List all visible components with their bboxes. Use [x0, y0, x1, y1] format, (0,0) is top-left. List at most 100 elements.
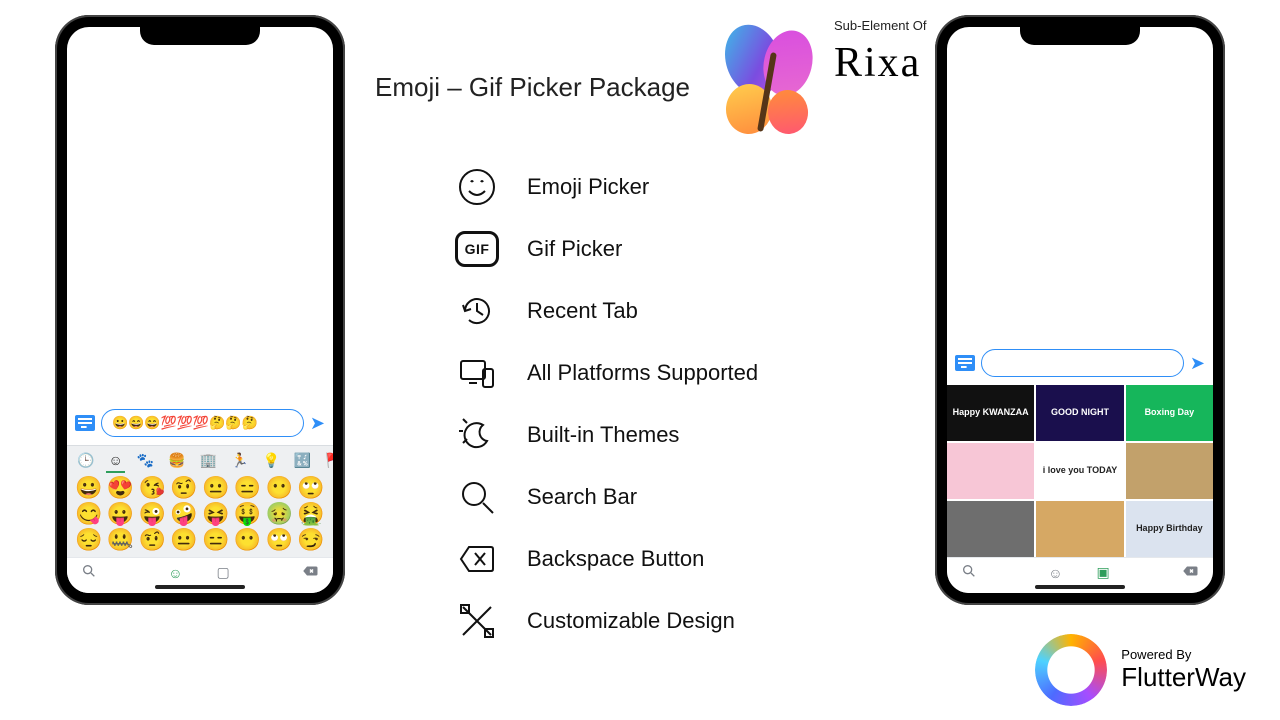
history-icon: [455, 289, 499, 333]
gif-grid: Happy KWANZAA GOOD NIGHT Boxing Day i lo…: [947, 385, 1213, 557]
emoji-category-row: 🕒 ☺ 🐾 🍔 🏢 🏃 💡 🔣 🚩: [67, 446, 333, 471]
flutterway-name: FlutterWay: [1121, 662, 1246, 693]
phone-notch: [140, 27, 260, 45]
gif-cell[interactable]: Boxing Day: [1126, 385, 1213, 441]
gif-cell[interactable]: [947, 501, 1034, 557]
gif-tab-icon[interactable]: ▣: [1097, 564, 1110, 581]
rixa-subtitle: Sub-Element Of: [834, 18, 927, 33]
emoji-cell[interactable]: 😶: [234, 529, 262, 551]
keyboard-toggle-icon[interactable]: [955, 355, 975, 371]
message-input[interactable]: 😀😄😄💯💯💯🤔🤔🤔: [101, 409, 304, 437]
gif-cell[interactable]: i love you TODAY: [1036, 443, 1123, 499]
feature-label: Customizable Design: [527, 608, 735, 634]
flutterway-brand: Powered By FlutterWay: [1035, 634, 1246, 706]
theme-icon: [455, 413, 499, 457]
gif-cell[interactable]: Happy KWANZAA: [947, 385, 1034, 441]
feature-recent-tab: Recent Tab: [455, 289, 758, 333]
gif-cell[interactable]: Happy Birthday: [1126, 501, 1213, 557]
emoji-cell[interactable]: 🤮: [297, 503, 325, 525]
gif-icon: GIF: [455, 227, 499, 271]
design-tools-icon: [455, 599, 499, 643]
feature-search-bar: Search Bar: [455, 475, 758, 519]
emoji-cell[interactable]: 😝: [202, 503, 230, 525]
phone-screen: ➤ Happy KWANZAA GOOD NIGHT Boxing Day i …: [947, 27, 1213, 593]
flutterway-powered: Powered By: [1121, 647, 1246, 662]
message-input-row: ➤: [947, 345, 1213, 385]
emoji-cell[interactable]: 😋: [75, 503, 103, 525]
feature-label: Emoji Picker: [527, 174, 649, 200]
feature-label: Backspace Button: [527, 546, 704, 572]
message-input[interactable]: [981, 349, 1184, 377]
home-indicator: [155, 585, 245, 589]
message-input-row: 😀😄😄💯💯💯🤔🤔🤔 ➤: [67, 405, 333, 445]
backspace-icon: [455, 537, 499, 581]
backspace-icon[interactable]: [1181, 562, 1199, 583]
devices-icon: [455, 351, 499, 395]
search-icon[interactable]: [81, 563, 97, 582]
phone-mockup-gif: ➤ Happy KWANZAA GOOD NIGHT Boxing Day i …: [935, 15, 1225, 605]
keyboard-toggle-icon[interactable]: [75, 415, 95, 431]
send-icon[interactable]: ➤: [1190, 353, 1205, 374]
emoji-cell[interactable]: 😐: [170, 529, 198, 551]
feature-label: Search Bar: [527, 484, 637, 510]
emoji-cell[interactable]: 🤢: [266, 503, 294, 525]
feature-all-platforms: All Platforms Supported: [455, 351, 758, 395]
category-activity-icon[interactable]: 🏃: [231, 452, 248, 469]
emoji-tab-icon[interactable]: ☺: [168, 565, 182, 581]
page-title: Emoji – Gif Picker Package: [375, 72, 690, 103]
home-indicator: [1035, 585, 1125, 589]
butterfly-icon: [720, 18, 820, 148]
category-flags-icon[interactable]: 🚩: [325, 452, 333, 469]
emoji-cell[interactable]: 😜: [139, 503, 167, 525]
rixa-name: Rixa: [834, 39, 927, 87]
emoji-cell[interactable]: 😍: [107, 477, 135, 499]
category-animals-icon[interactable]: 🐾: [137, 452, 154, 469]
feature-themes: Built-in Themes: [455, 413, 758, 457]
backspace-icon[interactable]: [301, 562, 319, 583]
feature-gif-picker: GIF Gif Picker: [455, 227, 758, 271]
emoji-cell[interactable]: 🤨: [170, 477, 198, 499]
category-symbols-icon[interactable]: 🔣: [294, 452, 311, 469]
emoji-grid: 😀 😍 😘 🤨 😐 😑 😶 🙄 😋 😛 😜 🤪 😝 🤑 🤢 🤮 😔 🤐 🤨: [67, 471, 333, 557]
category-objects-icon[interactable]: 💡: [262, 452, 279, 469]
gif-cell[interactable]: [1036, 501, 1123, 557]
feature-label: Recent Tab: [527, 298, 638, 324]
gif-cell[interactable]: [1126, 443, 1213, 499]
phone-screen: 😀😄😄💯💯💯🤔🤔🤔 ➤ 🕒 ☺ 🐾 🍔 🏢 🏃 💡 🔣 🚩 😀 😍 😘 🤨: [67, 27, 333, 593]
emoji-cell[interactable]: 🤪: [170, 503, 198, 525]
emoji-cell[interactable]: 😛: [107, 503, 135, 525]
feature-emoji-picker: Emoji Picker: [455, 165, 758, 209]
emoji-cell[interactable]: 😏: [297, 529, 325, 551]
app-content-area: [947, 27, 1213, 345]
phone-mockup-emoji: 😀😄😄💯💯💯🤔🤔🤔 ➤ 🕒 ☺ 🐾 🍔 🏢 🏃 💡 🔣 🚩 😀 😍 😘 🤨: [55, 15, 345, 605]
gif-cell[interactable]: GOOD NIGHT: [1036, 385, 1123, 441]
emoji-cell[interactable]: 😶: [266, 477, 294, 499]
category-smileys-icon[interactable]: ☺: [108, 452, 122, 469]
emoji-cell[interactable]: 😑: [234, 477, 262, 499]
feature-backspace: Backspace Button: [455, 537, 758, 581]
category-recent-icon[interactable]: 🕒: [77, 452, 94, 469]
emoji-cell[interactable]: 🤑: [234, 503, 262, 525]
send-icon[interactable]: ➤: [310, 413, 325, 434]
emoji-cell[interactable]: 🤨: [139, 529, 167, 551]
emoji-cell[interactable]: 😐: [202, 477, 230, 499]
gif-tab-icon[interactable]: ▢: [217, 564, 230, 581]
phone-notch: [1020, 27, 1140, 45]
search-icon[interactable]: [961, 563, 977, 582]
emoji-cell[interactable]: 🤐: [107, 529, 135, 551]
emoji-cell[interactable]: 🙄: [266, 529, 294, 551]
category-food-icon[interactable]: 🍔: [168, 452, 185, 469]
emoji-cell[interactable]: 😑: [202, 529, 230, 551]
category-places-icon[interactable]: 🏢: [200, 452, 217, 469]
emoji-cell[interactable]: 😘: [139, 477, 167, 499]
smile-icon: [455, 165, 499, 209]
emoji-cell[interactable]: 😔: [75, 529, 103, 551]
feature-label: Built-in Themes: [527, 422, 679, 448]
emoji-tab-icon[interactable]: ☺: [1048, 565, 1062, 581]
feature-list: Emoji Picker GIF Gif Picker Recent Tab A…: [455, 165, 758, 643]
gif-cell[interactable]: [947, 443, 1034, 499]
emoji-cell[interactable]: 🙄: [297, 477, 325, 499]
flutterway-ring-icon: [1035, 634, 1107, 706]
emoji-cell[interactable]: 😀: [75, 477, 103, 499]
emoji-panel: 🕒 ☺ 🐾 🍔 🏢 🏃 💡 🔣 🚩 😀 😍 😘 🤨 😐 😑 😶 🙄: [67, 445, 333, 593]
